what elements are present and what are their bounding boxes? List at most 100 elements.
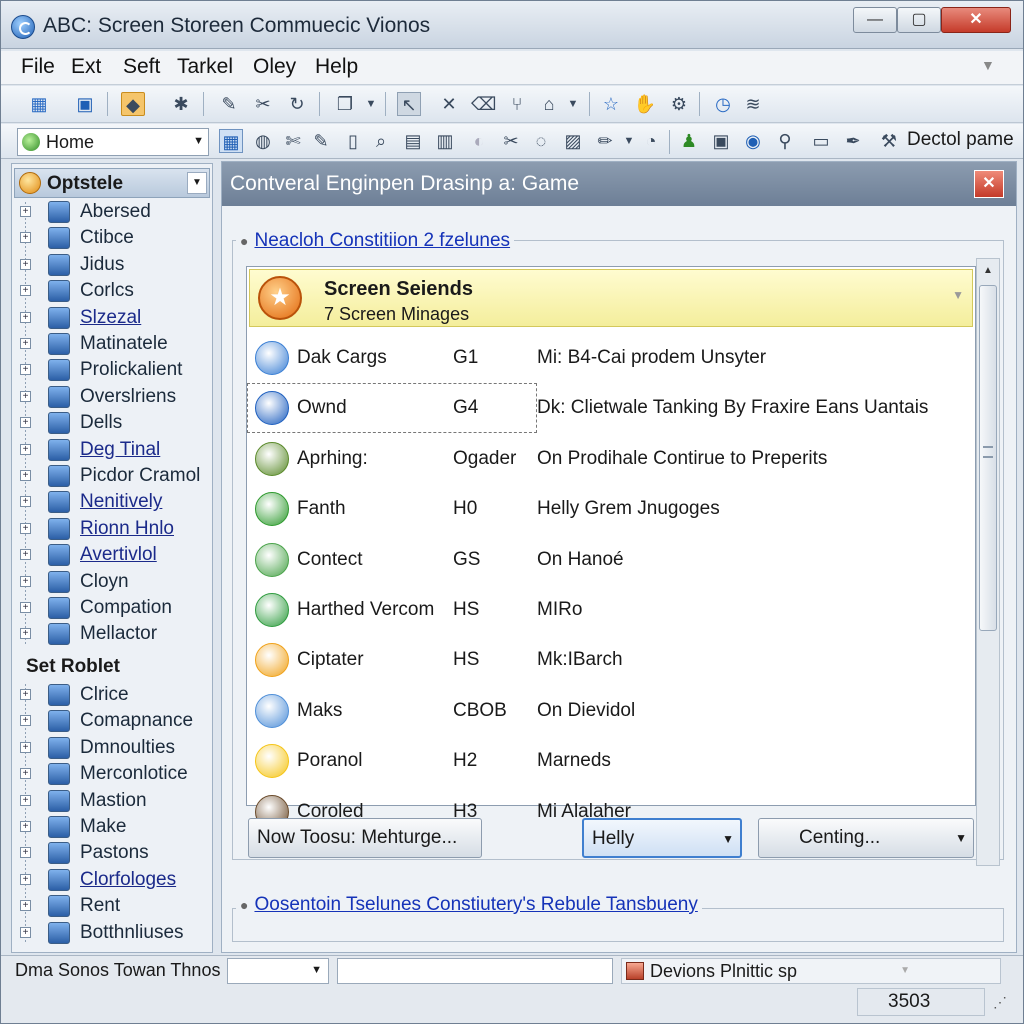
- sidebar-item[interactable]: + Clorfologes: [12, 867, 212, 893]
- close-button[interactable]: ✕: [941, 7, 1011, 33]
- chart-icon[interactable]: ▨: [561, 129, 585, 153]
- cross-icon[interactable]: ✕: [437, 92, 461, 116]
- disk-icon[interactable]: ◐: [467, 129, 491, 153]
- clock-icon[interactable]: ◷: [711, 92, 735, 116]
- sidebar-item[interactable]: + Rionn Hnlo: [12, 516, 212, 542]
- grid-icon[interactable]: ▥: [433, 129, 457, 153]
- status-field[interactable]: [337, 958, 613, 984]
- panel-close-button[interactable]: ✕: [974, 170, 1004, 198]
- expand-icon[interactable]: +: [20, 689, 31, 700]
- expand-icon[interactable]: +: [20, 232, 31, 244]
- expand-icon[interactable]: +: [20, 496, 31, 508]
- sidebar-item[interactable]: + Corlcs: [12, 278, 212, 304]
- expand-icon[interactable]: +: [20, 549, 31, 561]
- highlight-icon[interactable]: ◆: [121, 92, 145, 116]
- globe-icon[interactable]: ◍: [251, 129, 275, 153]
- chevron-down-icon[interactable]: ▼: [359, 92, 383, 116]
- sidebar-item[interactable]: + Avertivlol: [12, 542, 212, 568]
- scissors-icon[interactable]: ✂: [499, 129, 523, 153]
- sidebar-item[interactable]: + Merconlotice: [12, 761, 212, 787]
- list-banner[interactable]: ★ Screen Seiends 7 Screen Minages ▼: [249, 269, 973, 327]
- list-item[interactable]: Harthed Vercom HS MIRo: [249, 587, 969, 635]
- expand-icon[interactable]: +: [20, 926, 31, 938]
- sidebar-item[interactable]: + Picdor Cramol: [12, 463, 212, 489]
- home-combo[interactable]: Home ▼: [17, 128, 209, 156]
- copy-icon[interactable]: ❐: [333, 92, 357, 116]
- signal-icon[interactable]: ≋: [741, 92, 765, 116]
- eraser-icon[interactable]: ⌫: [471, 92, 496, 116]
- expand-icon[interactable]: +: [20, 285, 31, 297]
- menu-seft[interactable]: Seft: [123, 55, 160, 79]
- expand-icon[interactable]: +: [20, 715, 31, 727]
- expand-icon[interactable]: +: [20, 338, 31, 349]
- drive-icon[interactable]: ▭: [809, 129, 833, 153]
- menu-oley[interactable]: Oley: [253, 55, 296, 79]
- globe-icon[interactable]: ◉: [741, 129, 765, 153]
- sidebar-item[interactable]: + Pastons: [12, 840, 212, 866]
- sidebar-item[interactable]: + Ctibce: [12, 225, 212, 251]
- chevron-down-icon[interactable]: ▼: [952, 288, 964, 302]
- sidebar-item[interactable]: + Mellactor: [12, 621, 212, 647]
- person-icon[interactable]: ♟: [677, 129, 701, 153]
- chart-icon[interactable]: ▦: [27, 92, 51, 116]
- image-icon[interactable]: ▦: [219, 129, 243, 153]
- expand-icon[interactable]: +: [20, 417, 31, 429]
- chat-icon[interactable]: ◌: [529, 129, 553, 153]
- search-icon[interactable]: ⚲: [773, 129, 797, 153]
- scissors-icon[interactable]: ✄: [281, 129, 305, 153]
- expand-icon[interactable]: +: [20, 900, 31, 912]
- status-document[interactable]: Devions Plnittic sp ▼: [621, 958, 1001, 984]
- sidebar-item[interactable]: + Compation: [12, 595, 212, 621]
- pencil-icon[interactable]: ✏: [593, 129, 617, 153]
- maximize-button[interactable]: ▢: [897, 7, 941, 33]
- refresh-icon[interactable]: ↻: [285, 92, 309, 116]
- list-item[interactable]: Aprhing: Ogader On Prodihale Contirue to P…: [249, 436, 969, 484]
- menu-file[interactable]: File: [21, 55, 55, 79]
- fork-icon[interactable]: ⑂: [505, 92, 529, 116]
- clipboard-icon[interactable]: ▯: [341, 129, 365, 153]
- group-legend-link[interactable]: Neacloh Constitiion 2 fzelunes: [254, 230, 510, 251]
- menu-help[interactable]: Help: [315, 55, 358, 79]
- expand-icon[interactable]: +: [20, 206, 31, 217]
- sidebar-item[interactable]: + Prolickalient: [12, 357, 212, 383]
- sidebar-item[interactable]: + Dells: [12, 410, 212, 436]
- expand-icon[interactable]: +: [20, 768, 31, 780]
- list-item[interactable]: Fanth H0 Helly Grem Jnugoges: [249, 486, 969, 534]
- expand-icon[interactable]: +: [20, 628, 31, 640]
- group-legend[interactable]: ● Oosentoin Tselunes Constiutery's Rebule…: [236, 894, 702, 916]
- sidebar-header[interactable]: Optstele ▼: [14, 168, 210, 198]
- sidebar-item[interactable]: + Clrice: [12, 682, 212, 708]
- cursor-icon[interactable]: ↖: [397, 92, 421, 116]
- status-combo[interactable]: ▼: [227, 958, 329, 984]
- home-icon[interactable]: ⌂: [537, 92, 561, 116]
- pen-icon[interactable]: ✎: [217, 92, 241, 116]
- expand-icon[interactable]: +: [20, 258, 31, 270]
- sidebar-item[interactable]: + Overslriens: [12, 384, 212, 410]
- sidebar-item[interactable]: + Make: [12, 814, 212, 840]
- chevron-down-icon[interactable]: ▼: [187, 172, 207, 194]
- sidebar-item[interactable]: + Mastion: [12, 788, 212, 814]
- scroll-up-icon[interactable]: ▲: [979, 261, 997, 281]
- expand-icon[interactable]: +: [20, 390, 31, 402]
- calendar-icon[interactable]: ▤: [401, 129, 425, 153]
- image-icon[interactable]: ▣: [73, 92, 97, 116]
- list-item[interactable]: Contect GS On Hanoé: [249, 537, 969, 585]
- star-icon[interactable]: ☆: [599, 92, 623, 116]
- pen-icon[interactable]: ✎: [309, 129, 333, 153]
- chevron-down-icon[interactable]: ▼: [981, 57, 1003, 77]
- sidebar-item[interactable]: + Dmnoulties: [12, 735, 212, 761]
- expand-icon[interactable]: +: [20, 602, 31, 613]
- list-item[interactable]: Maks CBOB On Dievidol: [249, 688, 969, 736]
- menu-ext[interactable]: Ext: [71, 55, 101, 79]
- gear-icon[interactable]: ⚙: [667, 92, 691, 116]
- helly-combo[interactable]: Helly ▼: [582, 818, 742, 858]
- sidebar-item[interactable]: + Cloyn: [12, 569, 212, 595]
- expand-icon[interactable]: +: [20, 575, 31, 587]
- vertical-scrollbar[interactable]: ▲: [976, 258, 1000, 866]
- list-item[interactable]: Ciptater HS Mk:IBarch: [249, 637, 969, 685]
- expand-icon[interactable]: +: [20, 522, 31, 534]
- sidebar-item[interactable]: + Nenitively: [12, 489, 212, 515]
- sidebar-item[interactable]: + Rent: [12, 893, 212, 919]
- tools-icon[interactable]: ✂: [251, 92, 275, 116]
- search-icon[interactable]: ⌕: [369, 129, 393, 153]
